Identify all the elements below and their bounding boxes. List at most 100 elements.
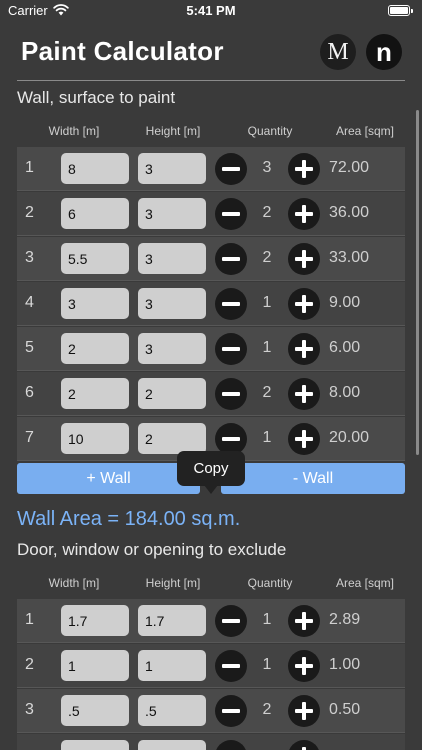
height-field[interactable]: 1 [138, 650, 206, 681]
width-field[interactable]: 5.5 [61, 243, 129, 274]
width-field[interactable]: 6 [61, 198, 129, 229]
area-value: 72.00 [329, 159, 370, 176]
row-index: 7 [25, 429, 34, 446]
height-field[interactable]: 2 [138, 423, 206, 454]
minus-circle-icon[interactable] [215, 650, 247, 682]
height-field[interactable]: 1.7 [138, 605, 206, 636]
width-field[interactable]: 2 [61, 333, 129, 364]
quantity-value: 3 [262, 159, 272, 176]
opening-quantity-header: Quantity [247, 576, 293, 590]
width-field[interactable] [61, 740, 129, 750]
m-button[interactable]: M [320, 34, 356, 70]
minus-circle-icon[interactable] [215, 153, 247, 185]
height-field[interactable]: 3 [138, 333, 206, 364]
plus-circle-icon[interactable] [288, 153, 320, 185]
status-bar: Carrier 5:41 PM [0, 0, 422, 22]
opening-width-header: Width [m] [48, 576, 100, 590]
width-field[interactable]: 1 [61, 650, 129, 681]
plus-circle-icon[interactable] [288, 378, 320, 410]
plus-circle-icon[interactable] [288, 423, 320, 455]
table-row: 1 8 3 3 72.00 [17, 147, 405, 191]
tooltip-arrow [204, 485, 218, 494]
height-field[interactable] [138, 740, 206, 750]
quantity-value: 2 [262, 384, 272, 401]
header-divider [17, 80, 405, 81]
plus-circle-icon[interactable] [288, 333, 320, 365]
copy-tooltip[interactable]: Copy [177, 451, 245, 486]
area-value: 0.50 [329, 701, 361, 718]
table-row: 1 1.7 1.7 1 2.89 [17, 599, 405, 643]
table-row: 4 3 3 1 9.00 [17, 282, 405, 326]
status-time: 5:41 PM [186, 3, 236, 18]
width-field[interactable]: 1.7 [61, 605, 129, 636]
quantity-value: 1 [262, 429, 272, 446]
area-value: 6.00 [329, 339, 361, 356]
minus-circle-icon[interactable] [215, 378, 247, 410]
height-field[interactable]: 2 [138, 378, 206, 409]
remove-wall-button[interactable]: - Wall [221, 463, 405, 494]
row-index: 3 [25, 249, 34, 266]
area-value: 8.00 [329, 384, 361, 401]
area-value: 20.00 [329, 429, 370, 446]
opening-section-title: Door, window or opening to exclude [17, 540, 287, 559]
page-title: Paint Calculator [21, 36, 224, 66]
width-field[interactable]: 8 [61, 153, 129, 184]
table-row: 2 6 3 2 36.00 [17, 192, 405, 236]
quantity-value: 2 [262, 701, 272, 718]
row-index: 2 [25, 204, 34, 221]
wall-width-header: Width [m] [48, 124, 100, 138]
height-field[interactable]: 3 [138, 288, 206, 319]
table-row: 3 5.5 3 2 33.00 [17, 237, 405, 281]
row-index: 6 [25, 384, 34, 401]
width-field[interactable]: 3 [61, 288, 129, 319]
minus-circle-icon[interactable] [215, 198, 247, 230]
table-row: 3 .5 .5 2 0.50 [17, 689, 405, 733]
opening-height-header: Height [m] [145, 576, 201, 590]
plus-circle-icon[interactable] [288, 740, 320, 750]
plus-circle-icon[interactable] [288, 288, 320, 320]
width-field[interactable]: 2 [61, 378, 129, 409]
quantity-value: 1 [262, 611, 272, 628]
opening-area-header: Area [sqm] [335, 576, 395, 590]
height-field[interactable]: 3 [138, 243, 206, 274]
row-index: 1 [25, 159, 34, 176]
width-field[interactable]: 10 [61, 423, 129, 454]
minus-circle-icon[interactable] [215, 740, 247, 750]
wall-section-title: Wall, surface to paint [17, 88, 176, 107]
quantity-value: 1 [262, 294, 272, 311]
area-value: 33.00 [329, 249, 370, 266]
area-value: 9.00 [329, 294, 361, 311]
row-index: 4 [25, 294, 34, 311]
height-field[interactable]: 3 [138, 153, 206, 184]
wall-quantity-header: Quantity [247, 124, 293, 138]
table-row [17, 734, 405, 750]
height-field[interactable]: .5 [138, 695, 206, 726]
n-button[interactable]: n [366, 34, 402, 70]
height-field[interactable]: 3 [138, 198, 206, 229]
wall-area-total: Wall Area = 184.00 sq.m. [17, 508, 241, 530]
plus-circle-icon[interactable] [288, 243, 320, 275]
minus-circle-icon[interactable] [215, 695, 247, 727]
table-row: 2 1 1 1 1.00 [17, 644, 405, 688]
plus-circle-icon[interactable] [288, 650, 320, 682]
quantity-value: 2 [262, 204, 272, 221]
minus-circle-icon[interactable] [215, 605, 247, 637]
row-index: 3 [25, 701, 34, 718]
quantity-value: 1 [262, 339, 272, 356]
minus-circle-icon[interactable] [215, 288, 247, 320]
plus-circle-icon[interactable] [288, 605, 320, 637]
plus-circle-icon[interactable] [288, 695, 320, 727]
minus-circle-icon[interactable] [215, 243, 247, 275]
quantity-value: 2 [262, 249, 272, 266]
wall-height-header: Height [m] [145, 124, 201, 138]
width-field[interactable]: .5 [61, 695, 129, 726]
minus-circle-icon[interactable] [215, 333, 247, 365]
plus-circle-icon[interactable] [288, 198, 320, 230]
row-index: 2 [25, 656, 34, 673]
scrollbar[interactable] [416, 110, 419, 455]
row-index: 1 [25, 611, 34, 628]
add-wall-button[interactable]: + Wall [17, 463, 200, 494]
area-value: 2.89 [329, 611, 361, 628]
quantity-value: 1 [262, 656, 272, 673]
table-row: 5 2 3 1 6.00 [17, 327, 405, 371]
